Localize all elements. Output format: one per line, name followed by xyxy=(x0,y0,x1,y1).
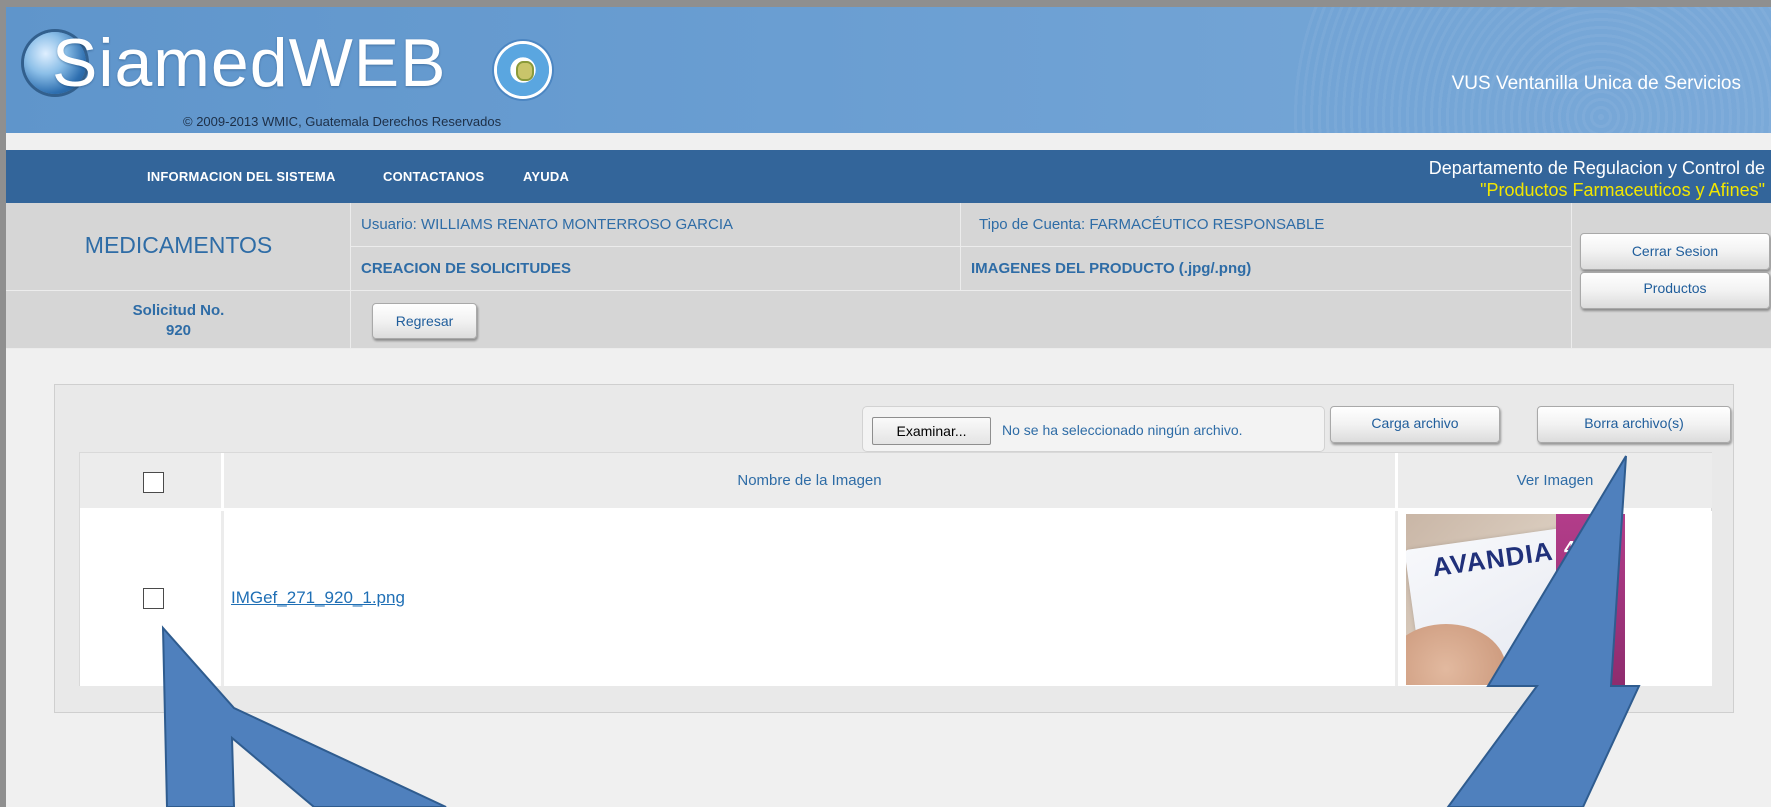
images-panel: Examinar... No se ha seleccionado ningún… xyxy=(54,384,1734,713)
page-cell: IMAGENES DEL PRODUCTO (.jpg/.png) xyxy=(961,247,1572,291)
user-cell: Usuario: WILLIAMS RENATO MONTERROSO GARC… xyxy=(351,203,961,247)
account-type: Tipo de Cuenta: FARMACÉUTICO RESPONSABLE xyxy=(979,216,1325,233)
products-button[interactable]: Productos xyxy=(1580,272,1770,309)
section-cell: MEDICAMENTOS xyxy=(6,203,351,291)
row-thumb-cell: AVANDIA 4 m xyxy=(1398,511,1712,686)
account-type-cell: Tipo de Cuenta: FARMACÉUTICO RESPONSABLE xyxy=(961,203,1572,247)
nav-informacion-sistema[interactable]: INFORMACION DEL SISTEMA xyxy=(147,169,336,184)
request-info: Solicitud No. 920 xyxy=(6,301,351,341)
section-title: MEDICAMENTOS xyxy=(84,232,273,258)
info-bar: MEDICAMENTOS Solicitud No. 920 Usuario: … xyxy=(6,203,1771,349)
current-page: IMAGENES DEL PRODUCTO (.jpg/.png) xyxy=(971,260,1252,277)
image-name-header: Nombre de la Imagen xyxy=(224,453,1398,508)
department-title: Departamento de Regulacion y Control de xyxy=(1428,158,1765,178)
request-number: 920 xyxy=(165,322,192,339)
session-cell: Cerrar Sesion Productos xyxy=(1572,203,1771,349)
user-name: Usuario: WILLIAMS RENATO MONTERROSO GARC… xyxy=(361,216,734,233)
row-select-cell xyxy=(80,511,224,686)
image-name-column-label: Nombre de la Imagen xyxy=(737,472,882,489)
image-file-link[interactable]: IMGef_271_920_1.png xyxy=(231,588,405,608)
back-button[interactable]: Regresar xyxy=(372,303,477,339)
current-step: CREACION DE SOLICITUDES xyxy=(361,260,572,277)
upload-file-button[interactable]: Carga archivo xyxy=(1330,406,1500,443)
step-cell: CREACION DE SOLICITUDES xyxy=(351,247,961,291)
guatemala-emblem-icon xyxy=(497,44,549,96)
site-logo-text: SiamedWEB xyxy=(52,25,447,101)
service-name: VUS Ventanilla Unica de Servicios xyxy=(1451,73,1741,94)
logout-button[interactable]: Cerrar Sesion xyxy=(1580,233,1770,270)
select-all-header xyxy=(80,453,224,508)
main-nav: INFORMACION DEL SISTEMA CONTACTANOS AYUD… xyxy=(6,150,1771,203)
browse-button[interactable]: Examinar... xyxy=(872,417,991,445)
header-decoration xyxy=(1291,7,1771,133)
nav-ayuda[interactable]: AYUDA xyxy=(523,169,569,184)
nav-contactanos[interactable]: CONTACTANOS xyxy=(383,169,484,184)
thumbnail-dose-text: 4 m xyxy=(1564,538,1599,560)
site-header: SiamedWEB © 2009-2013 WMIC, Guatemala De… xyxy=(6,7,1771,133)
image-thumbnail[interactable]: AVANDIA 4 m xyxy=(1406,514,1625,685)
view-image-column-label: Ver Imagen xyxy=(1516,472,1594,489)
select-all-checkbox[interactable] xyxy=(143,472,164,493)
view-image-header: Ver Imagen xyxy=(1398,453,1712,508)
row-checkbox[interactable] xyxy=(143,588,164,609)
back-cell: Regresar xyxy=(351,291,1572,349)
copyright-text: © 2009-2013 WMIC, Guatemala Derechos Res… xyxy=(183,114,502,129)
no-file-text: No se ha seleccionado ningún archivo. xyxy=(1002,422,1243,438)
images-table: Nombre de la Imagen Ver Imagen IMGef_271… xyxy=(79,452,1712,686)
file-input[interactable]: Examinar... No se ha seleccionado ningún… xyxy=(862,406,1325,452)
delete-files-button[interactable]: Borra archivo(s) xyxy=(1537,406,1731,443)
row-name-cell: IMGef_271_920_1.png xyxy=(224,511,1398,686)
request-cell: Solicitud No. 920 xyxy=(6,291,351,349)
department-subtitle: "Productos Farmaceuticos y Afines" xyxy=(1480,180,1765,200)
request-label: Solicitud No. xyxy=(132,302,225,319)
browser-viewport: SiamedWEB © 2009-2013 WMIC, Guatemala De… xyxy=(6,7,1771,807)
